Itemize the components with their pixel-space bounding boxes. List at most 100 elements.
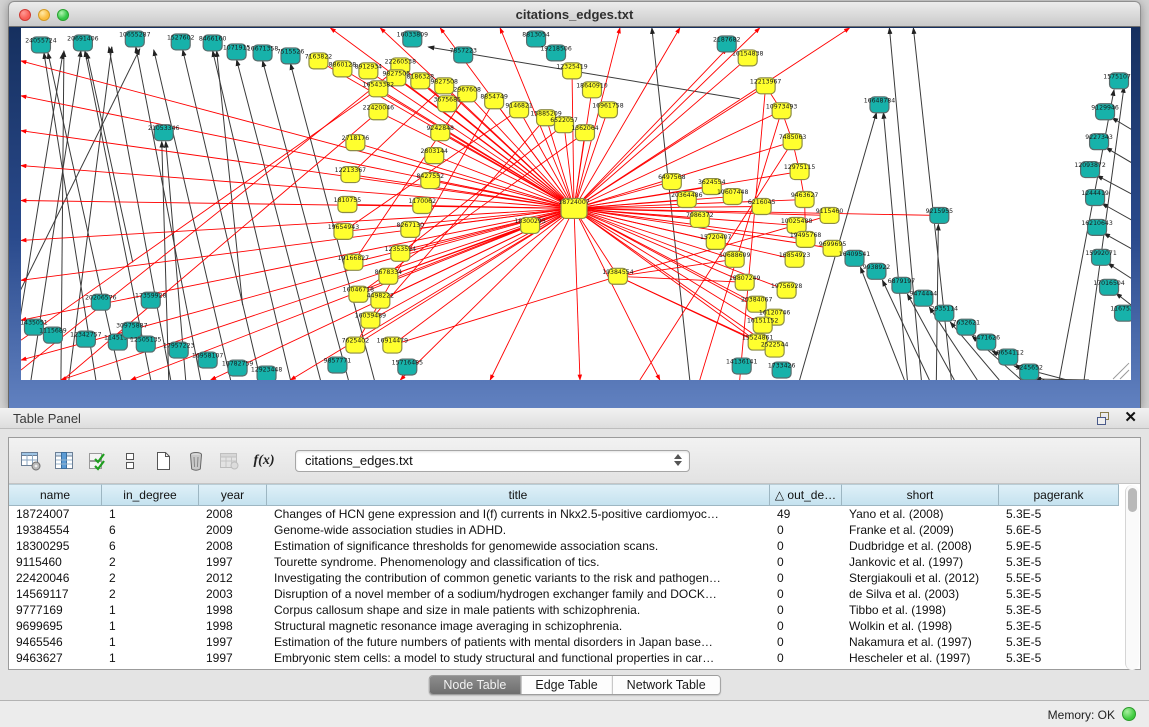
graph-node[interactable]: 7625402: [342, 337, 370, 353]
memory-ok-indicator-icon[interactable]: [1122, 707, 1136, 721]
network-canvas[interactable]: 7163822886012889129342226053898275051654…: [21, 28, 1131, 380]
table-row[interactable]: 969969511998Structural magnetic resonanc…: [9, 618, 1126, 634]
close-panel-icon[interactable]: ✕: [1124, 410, 1137, 426]
tab-network-table[interactable]: Network Table: [612, 676, 720, 694]
graph-node[interactable]: 1115689: [39, 327, 67, 343]
graph-node[interactable]: 16961758: [592, 102, 624, 118]
graph-node[interactable]: 16854923: [779, 251, 811, 267]
table-row[interactable]: 1938455462009Genome-wide association stu…: [9, 522, 1126, 538]
graph-node[interactable]: 7986372: [686, 211, 714, 227]
table-row[interactable]: 1830029562008Estimation of significance …: [9, 538, 1126, 554]
graph-node[interactable]: 12505135: [130, 336, 162, 352]
graph-node[interactable]: 19756928: [771, 282, 803, 298]
float-panel-icon[interactable]: [1097, 412, 1112, 425]
graph-node[interactable]: 2718176: [342, 135, 370, 151]
graph-node[interactable]: 8267130: [397, 221, 425, 237]
graph-node[interactable]: 17016504: [1093, 279, 1125, 295]
graph-node[interactable]: 19495768: [790, 231, 822, 247]
graph-node[interactable]: 16210643: [1081, 219, 1113, 235]
table-row[interactable]: 977716911998Corpus callosum shape and si…: [9, 602, 1126, 618]
graph-node[interactable]: 1244419: [1081, 190, 1109, 206]
table-scrollbar[interactable]: [1125, 485, 1139, 670]
row-height-icon[interactable]: [118, 449, 142, 473]
show-columns-icon[interactable]: [52, 449, 76, 473]
table-selector-dropdown[interactable]: citations_edges.txt: [295, 450, 690, 472]
delete-table-icon[interactable]: [184, 449, 208, 473]
column-header-pagerank[interactable]: pagerank: [999, 484, 1119, 506]
graph-node[interactable]: 7632621: [953, 319, 981, 335]
table-row[interactable]: 1872400712008Changes of HCN gene express…: [9, 506, 1126, 522]
graph-node[interactable]: 12923448: [251, 366, 283, 380]
graph-node[interactable]: 18807249: [729, 274, 761, 290]
graph-node[interactable]: 16033809: [397, 31, 429, 47]
column-header-year[interactable]: year: [199, 484, 267, 506]
graph-node[interactable]: 16671358: [247, 45, 279, 61]
graph-node[interactable]: 16154838: [732, 50, 764, 66]
graph-node[interactable]: 9227343: [1085, 134, 1113, 150]
graph-node[interactable]: 16914479: [377, 337, 409, 353]
graph-node[interactable]: 9474444: [910, 290, 938, 306]
graph-node[interactable]: 19218506: [540, 45, 572, 61]
select-all-icon[interactable]: [85, 449, 109, 473]
graph-node[interactable]: 12213967: [750, 78, 782, 94]
graph-node[interactable]: 7515526: [277, 48, 305, 64]
graph-node[interactable]: 2522544: [761, 341, 789, 357]
graph-node[interactable]: 8678334: [375, 268, 403, 284]
graph-node[interactable]: 15751074: [1103, 73, 1131, 89]
graph-node[interactable]: 19166827: [338, 254, 370, 270]
graph-node[interactable]: 20691406: [67, 35, 99, 51]
graph-node[interactable]: 18300295: [514, 217, 546, 233]
graph-node[interactable]: 1167533: [1110, 305, 1131, 321]
graph-node[interactable]: 9146821: [505, 102, 533, 118]
graph-node[interactable]: 9463627: [791, 192, 819, 208]
graph-node[interactable]: 24055724: [25, 37, 57, 53]
graph-node[interactable]: 1733426: [768, 362, 796, 378]
graph-node[interactable]: 8427552: [417, 173, 445, 189]
graph-node[interactable]: 7857223: [449, 47, 477, 63]
graph-node[interactable]: 14136141: [726, 358, 758, 374]
graph-node[interactable]: 10688609: [719, 251, 751, 267]
graph-node[interactable]: 16782759: [222, 360, 254, 376]
graph-node[interactable]: 16039489: [355, 312, 387, 328]
graph-node[interactable]: 15716485: [392, 359, 424, 375]
graph-node[interactable]: 8471626: [973, 334, 1001, 350]
table-row[interactable]: 946362711997Embryonic stem cells: a mode…: [9, 650, 1126, 666]
graph-node-hub[interactable]: 18724007: [558, 199, 590, 219]
graph-node[interactable]: 15992071: [1085, 249, 1117, 265]
graph-node[interactable]: 17359928: [135, 292, 167, 308]
new-table-icon[interactable]: [151, 449, 175, 473]
graph-node[interactable]: 7485063: [779, 134, 807, 150]
table-row[interactable]: 946554611997Estimation of the future num…: [9, 634, 1126, 650]
graph-node[interactable]: 9129946: [1091, 104, 1119, 120]
table-settings-icon[interactable]: [19, 449, 43, 473]
graph-node[interactable]: 12325419: [556, 63, 588, 79]
column-header-name[interactable]: name: [9, 484, 102, 506]
graph-node[interactable]: 12093872: [1074, 162, 1106, 178]
table-header-row[interactable]: namein_degreeyeartitle△ out_de…shortpage…: [9, 484, 1126, 506]
graph-node[interactable]: 9938922: [863, 263, 891, 279]
graph-node[interactable]: 8912934: [355, 63, 383, 79]
graph-node[interactable]: 2803144: [420, 148, 448, 164]
graph-node[interactable]: 8854749: [480, 93, 508, 109]
graph-node[interactable]: 6497568: [658, 174, 686, 190]
graph-node[interactable]: 9857771: [324, 357, 352, 373]
table-scrollbar-thumb[interactable]: [1128, 488, 1137, 512]
graph-node[interactable]: 9115460: [816, 207, 844, 223]
table-row[interactable]: 2242004622012Investigating the contribut…: [9, 570, 1126, 586]
graph-node[interactable]: 4498222: [367, 292, 395, 308]
graph-node[interactable]: 10654112: [993, 349, 1025, 365]
graph-node[interactable]: 16648784: [864, 97, 896, 113]
graph-node[interactable]: 9215955: [926, 207, 954, 223]
table-row[interactable]: 1456911722003Disruption of a novel membe…: [9, 586, 1126, 602]
graph-node[interactable]: 10655287: [119, 31, 151, 47]
graph-node[interactable]: 1810755: [334, 197, 362, 213]
tab-edge-table[interactable]: Edge Table: [520, 676, 611, 694]
graph-node[interactable]: 1362064: [571, 125, 599, 141]
column-header-short[interactable]: short: [842, 484, 999, 506]
tab-node-table[interactable]: Node Table: [429, 676, 520, 694]
graph-node[interactable]: 1527602: [167, 34, 195, 50]
column-header-out_degree[interactable]: △ out_de…: [770, 484, 842, 506]
graph-node[interactable]: 15720407: [700, 233, 732, 249]
table-row[interactable]: 911546021997Tourette syndrome. Phenomeno…: [9, 554, 1126, 570]
column-header-in_degree[interactable]: in_degree: [102, 484, 199, 506]
